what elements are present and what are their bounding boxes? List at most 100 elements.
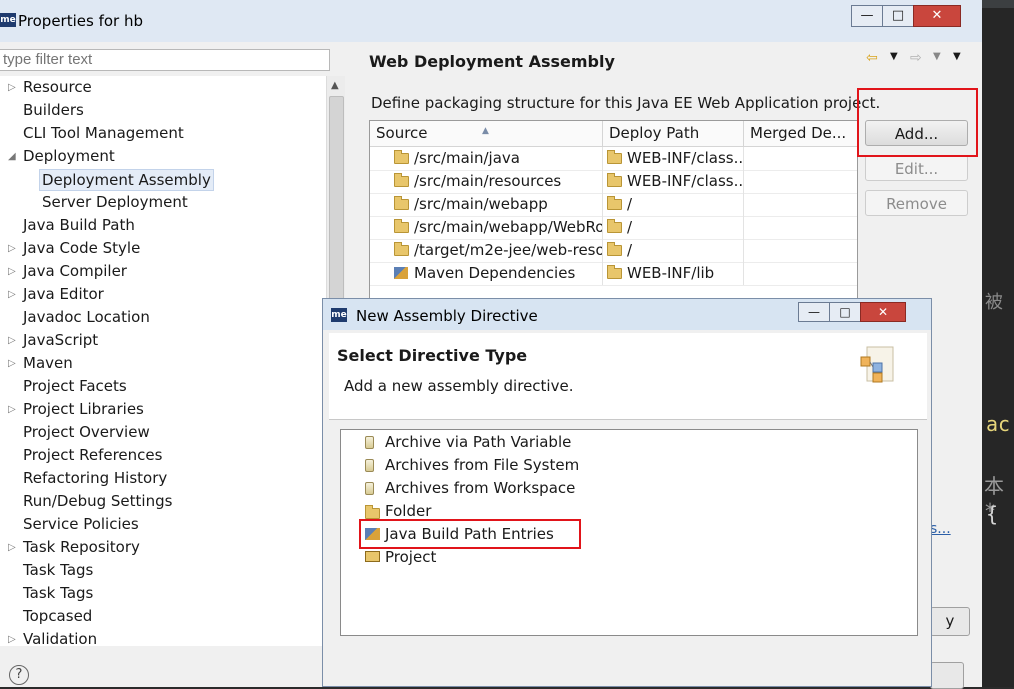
window-title: Properties for hb xyxy=(18,12,143,30)
highlight-box-java-build-path xyxy=(359,519,581,549)
table-row[interactable]: /src/main/resources WEB-INF/class... xyxy=(370,170,857,194)
tree-item-label: Resource xyxy=(23,78,92,96)
folder-icon xyxy=(394,219,409,233)
tree-item-label: Builders xyxy=(23,101,84,119)
table-row[interactable]: /src/main/webapp / xyxy=(370,193,857,217)
folder-icon xyxy=(607,173,622,187)
help-icon[interactable]: ? xyxy=(9,665,29,685)
folder-icon xyxy=(607,196,622,210)
merged-cell xyxy=(744,239,857,262)
window-titlebar: me Properties for hb — □ ✕ xyxy=(0,0,982,42)
partial-button-2[interactable] xyxy=(930,662,964,689)
directive-type-label: Archives from File System xyxy=(385,456,580,474)
dialog-close-button[interactable]: ✕ xyxy=(860,302,906,322)
project-icon xyxy=(365,551,380,562)
property-page-tree: ▷ Resource Builders CLI Tool Management ◢ Dep… xyxy=(0,76,326,646)
source-cell: /src/main/webapp/WebRoot xyxy=(370,216,603,239)
filter-input[interactable] xyxy=(0,49,330,71)
expand-arrow-icon[interactable]: ▷ xyxy=(8,352,18,375)
table-row[interactable]: /src/main/webapp/WebRoot / xyxy=(370,216,857,240)
maximize-button[interactable]: □ xyxy=(882,5,914,27)
tree-item-label: Deployment Assembly xyxy=(39,169,214,191)
expand-arrow-icon[interactable]: ▷ xyxy=(8,283,18,306)
folder-icon xyxy=(607,150,622,164)
folder-icon xyxy=(394,150,409,164)
editor-background: 被 ac 本* { xyxy=(982,8,1014,687)
view-menu-icon[interactable]: ▼ xyxy=(953,51,961,62)
dialog-subheading: Add a new assembly directive. xyxy=(344,377,574,395)
code-glyph: ac xyxy=(986,412,1011,436)
tree-item-label: Task Repository xyxy=(23,538,140,556)
tree-item-label: Service Policies xyxy=(23,515,139,533)
sort-ascending-icon: ▲ xyxy=(482,126,489,136)
tree-item-label: Java Build Path xyxy=(23,216,135,234)
deploy-path-cell: WEB-INF/class... xyxy=(603,147,744,170)
column-header-source[interactable]: Source ▲ xyxy=(370,121,603,146)
column-header-deploy-path[interactable]: Deploy Path xyxy=(603,121,744,146)
dialog-maximize-button[interactable]: □ xyxy=(829,302,861,322)
folder-icon xyxy=(394,173,409,187)
source-text: /src/main/resources xyxy=(414,172,562,190)
partial-button[interactable]: y xyxy=(930,607,970,636)
expand-arrow-icon[interactable]: ▷ xyxy=(8,398,18,421)
directive-type-label: Archives from Workspace xyxy=(385,479,576,497)
source-text: /src/main/webapp xyxy=(414,195,548,213)
expand-arrow-icon[interactable]: ▷ xyxy=(8,237,18,260)
jar-icon xyxy=(365,436,374,449)
forward-arrow-icon[interactable]: ⇨ xyxy=(910,50,922,66)
folder-icon xyxy=(365,505,380,519)
deploy-path-cell: / xyxy=(603,193,744,216)
tree-item-label: Task Tags xyxy=(23,561,94,579)
collapse-arrow-icon[interactable]: ◢ xyxy=(8,145,18,168)
merged-cell xyxy=(744,262,857,285)
source-cell: /src/main/webapp xyxy=(370,193,603,216)
deploy-path-text: / xyxy=(627,218,633,236)
source-text: /src/main/java xyxy=(414,149,520,167)
expand-arrow-icon[interactable]: ▷ xyxy=(8,260,18,283)
deploy-path-text: / xyxy=(627,241,633,259)
merged-cell xyxy=(744,216,857,239)
minimize-button[interactable]: — xyxy=(851,5,883,27)
dialog-header: Select Directive Type Add a new assembly… xyxy=(329,333,927,420)
source-text: /target/m2e-jee/web-resources xyxy=(414,241,602,259)
directive-type-label: Archive via Path Variable xyxy=(385,433,572,451)
directive-type-label: Project xyxy=(385,548,437,566)
deploy-path-text: / xyxy=(627,195,633,213)
tree-item-label: Topcased xyxy=(23,607,93,625)
back-history-dropdown-icon[interactable]: ▼ xyxy=(890,51,898,62)
table-row[interactable]: Maven Dependencies WEB-INF/lib xyxy=(370,262,857,286)
forward-history-dropdown-icon[interactable]: ▼ xyxy=(933,51,941,62)
merged-cell xyxy=(744,193,857,216)
expand-arrow-icon[interactable]: ▷ xyxy=(8,76,18,99)
source-cell: Maven Dependencies xyxy=(370,262,603,285)
tree-item-label: Java Compiler xyxy=(23,262,127,280)
remove-button[interactable]: Remove xyxy=(865,190,968,216)
deploy-path-text: WEB-INF/class... xyxy=(627,149,744,167)
expand-arrow-icon[interactable]: ▷ xyxy=(8,628,18,646)
edit-button[interactable]: Edit... xyxy=(865,155,968,181)
merged-cell xyxy=(744,147,857,170)
expand-arrow-icon[interactable]: ▷ xyxy=(8,536,18,559)
page-description: Define packaging structure for this Java… xyxy=(371,94,881,112)
back-arrow-icon[interactable]: ⇦ xyxy=(866,50,878,66)
dialog-heading: Select Directive Type xyxy=(337,346,528,365)
merged-cell xyxy=(744,170,857,193)
expand-arrow-icon[interactable]: ▷ xyxy=(8,329,18,352)
link-fragment[interactable]: s... xyxy=(930,521,951,537)
code-glyph: { xyxy=(986,502,999,526)
deploy-path-cell: / xyxy=(603,216,744,239)
tree-item-label: Java Code Style xyxy=(23,239,141,257)
scroll-up-icon[interactable]: ▲ xyxy=(331,80,339,91)
folder-icon xyxy=(394,196,409,210)
dialog-minimize-button[interactable]: — xyxy=(798,302,830,322)
source-cell: /src/main/java xyxy=(370,147,603,170)
tree-item-label: Validation xyxy=(23,630,98,646)
folder-icon xyxy=(607,265,622,279)
table-row[interactable]: /target/m2e-jee/web-resources / xyxy=(370,239,857,263)
tree-item-label: Javadoc Location xyxy=(23,308,150,326)
tree-item-label: Maven xyxy=(23,354,73,372)
close-button[interactable]: ✕ xyxy=(913,5,961,27)
table-row[interactable]: /src/main/java WEB-INF/class... xyxy=(370,147,857,171)
table-header: Source ▲ Deploy Path Merged De... xyxy=(370,121,857,147)
column-header-merged[interactable]: Merged De... xyxy=(744,121,857,146)
